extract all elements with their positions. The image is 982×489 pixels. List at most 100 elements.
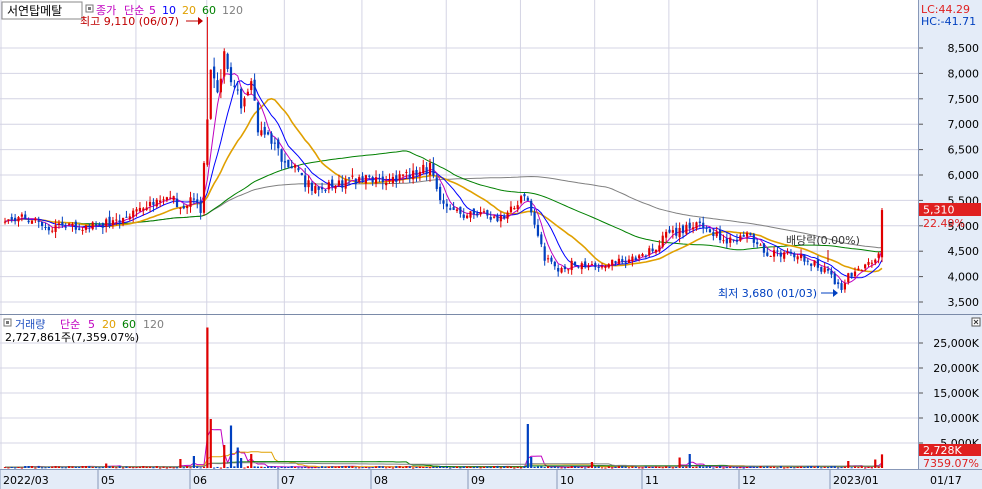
volume-bar (290, 466, 293, 468)
volume-bar (202, 466, 206, 468)
volume-bar (206, 327, 209, 468)
candle-body (98, 223, 101, 226)
volume-bar (435, 466, 438, 468)
volume-bar (678, 457, 681, 468)
candle-body (550, 257, 553, 262)
volume-bar (270, 466, 273, 468)
volume-ma-period-120[interactable]: 120 (143, 318, 164, 331)
candle-body (577, 266, 580, 268)
candle-body (128, 216, 131, 220)
volume-ma-period-60[interactable]: 60 (122, 318, 136, 331)
volume-bar (692, 466, 695, 468)
candle-body (725, 238, 728, 244)
volume-bar (806, 466, 809, 468)
price-tick-label: 3,500 (948, 296, 980, 309)
candle-body (732, 239, 735, 241)
candle-body (580, 263, 583, 270)
volume-bar (729, 466, 732, 468)
candle-body (560, 268, 563, 273)
volume-bar (567, 467, 570, 469)
stock-chart[interactable]: 8,5008,0007,5007,0006,5006,0005,5005,000… (0, 0, 982, 489)
volume-bar (199, 467, 202, 469)
volume-bar (391, 467, 395, 469)
volume-bar (344, 466, 347, 468)
volume-bar (327, 466, 330, 468)
candle-body (148, 201, 152, 207)
volume-bar (94, 467, 98, 469)
candle-body (293, 165, 297, 168)
candle-body (14, 217, 17, 222)
candle-body (762, 243, 766, 253)
volume-ma-period-5[interactable]: 5 (88, 318, 95, 331)
volume-bar (405, 466, 408, 468)
candle-body (152, 201, 155, 205)
ma-period-120[interactable]: 120 (222, 4, 243, 17)
candle-body (61, 221, 64, 226)
candle-body (145, 207, 148, 210)
volume-bar (415, 466, 418, 468)
volume-bar (668, 466, 671, 468)
current-volume-label: 2,728K (923, 444, 962, 457)
volume-bar (364, 466, 368, 468)
candle-body (67, 223, 71, 225)
volume-bar (395, 466, 398, 468)
volume-bar (634, 466, 637, 468)
candle-body (698, 221, 701, 223)
volume-bar (587, 466, 590, 468)
volume-bar (101, 467, 104, 469)
candle-body (155, 199, 158, 207)
date-tick-label: 09 (471, 474, 485, 487)
volume-bar (557, 467, 560, 469)
volume-bar (705, 466, 708, 468)
candle-body (816, 259, 820, 268)
ex-dividend-annotation: 배당락(0.00%) (786, 234, 860, 247)
candle-body (317, 186, 320, 190)
volume-bar (368, 467, 371, 469)
candle-body (219, 78, 222, 93)
candle-body (331, 179, 334, 187)
volume-bar (152, 467, 155, 469)
volume-bar (7, 467, 10, 469)
volume-ma-period-20[interactable]: 20 (102, 318, 116, 331)
volume-bar (108, 466, 111, 468)
volume-tick-label: 10,000K (933, 412, 979, 425)
candle-body (530, 200, 533, 213)
candle-body (27, 220, 30, 223)
candle-body (685, 224, 688, 234)
candle-body (729, 237, 732, 243)
candle-body (466, 215, 469, 218)
candle-body (783, 252, 786, 259)
ma-period-60[interactable]: 60 (202, 4, 216, 17)
candle-body (455, 209, 459, 211)
candle-body (186, 205, 189, 209)
volume-bar (732, 466, 735, 468)
candle-body (563, 266, 567, 270)
volume-change-label: 7359.07% (923, 457, 979, 470)
candle-body (51, 230, 54, 232)
volume-bar (661, 467, 664, 469)
volume-bar (223, 445, 226, 468)
candle-body (820, 266, 823, 272)
candle-body (712, 232, 715, 236)
hc-readout: HC:-41.71 (921, 15, 976, 28)
candle-body (594, 263, 597, 268)
candle-body (354, 178, 357, 185)
candle-body (766, 252, 769, 256)
candle-body (496, 215, 499, 222)
candle-body (169, 197, 172, 199)
candle-body (789, 251, 793, 254)
volume-bar (766, 466, 769, 468)
volume-bar (111, 466, 115, 468)
ma-period-20[interactable]: 20 (182, 4, 196, 17)
stock-name: 서연탑메탈 (7, 4, 62, 18)
volume-bar (334, 466, 337, 468)
candle-body (742, 235, 745, 237)
volume-bar (445, 466, 448, 468)
candle-body (870, 262, 873, 264)
candle-body (199, 200, 202, 213)
volume-bar (14, 467, 17, 469)
volume-bar (84, 466, 88, 468)
volume-bar (570, 466, 573, 468)
volume-bar (850, 467, 853, 469)
candle-body (101, 222, 104, 228)
